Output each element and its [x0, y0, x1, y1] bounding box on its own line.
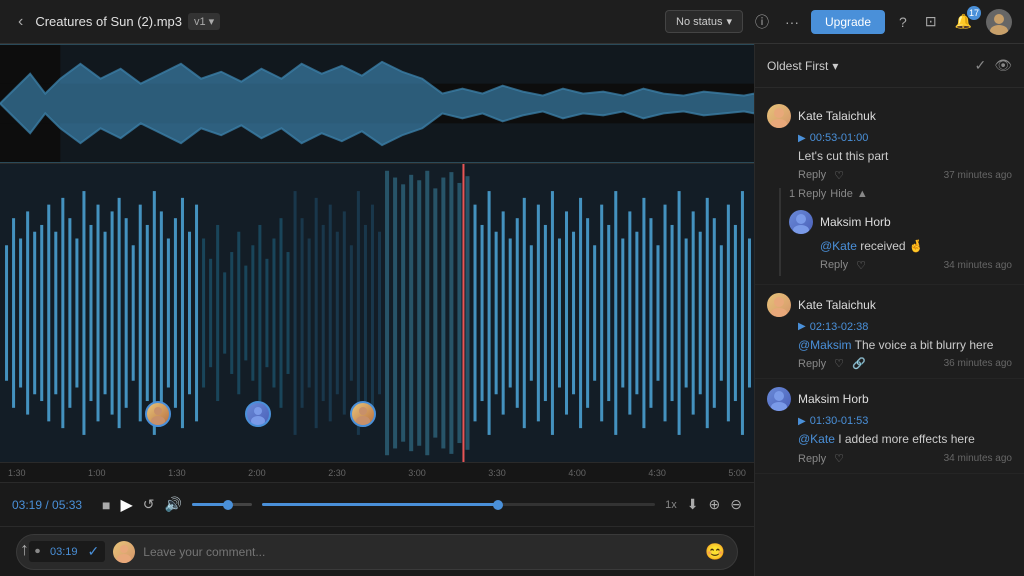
- commenter-name: Kate Talaichuk: [798, 109, 876, 123]
- comment-body: @Maksim The voice a bit blurry here: [798, 337, 1012, 354]
- reply-button[interactable]: Reply: [798, 169, 826, 181]
- notification-count: 17: [967, 6, 981, 20]
- main-waveform-svg: [0, 164, 754, 462]
- user-avatar[interactable]: [986, 9, 1012, 35]
- reply-button[interactable]: Reply: [798, 358, 826, 370]
- volume-slider[interactable]: [192, 503, 252, 506]
- loop-button[interactable]: ↺: [143, 496, 155, 513]
- attach-icon: 🔗: [852, 357, 866, 370]
- waveform-overview[interactable]: // Draw waveform bars - will use SVG dir…: [0, 44, 754, 164]
- commenter-avatar: [767, 293, 791, 317]
- reply-time: 34 minutes ago: [944, 260, 1012, 271]
- comment-timestamp-link[interactable]: 01:30-01:53: [810, 415, 869, 427]
- download-button[interactable]: ⬇: [687, 496, 699, 513]
- notifications-button[interactable]: 🔔 17: [951, 11, 976, 32]
- reply-username: Maksim Horb: [820, 215, 891, 229]
- playback-rate[interactable]: 1x: [665, 499, 677, 511]
- comment-time: 37 minutes ago: [944, 170, 1012, 181]
- like-button[interactable]: ♡: [834, 357, 844, 370]
- more-button[interactable]: ···: [781, 12, 803, 32]
- stop-button[interactable]: ■: [102, 497, 110, 513]
- waveform-pin-3[interactable]: [350, 401, 376, 427]
- comment-time: 34 minutes ago: [944, 453, 1012, 464]
- waveform-pin-2[interactable]: [245, 401, 271, 427]
- reply-item: Maksim Horb @Kate received 🤞 Reply ♡ 34 …: [789, 206, 1012, 276]
- controls-bar: 03:19 / 05:33 ■ ▶ ↺ 🔊 1x ⬇: [0, 482, 754, 526]
- reply-button[interactable]: Reply: [798, 453, 826, 465]
- reply-body: @Kate received 🤞: [820, 238, 1012, 255]
- comment-item: Kate Talaichuk ▶ 00:53-01:00 Let's cut t…: [755, 96, 1024, 285]
- time-ruler: 1:30 1:00 1:30 2:00 2:30 3:00 3:30 4:00 …: [0, 462, 754, 482]
- comment-item: Kate Talaichuk ▶ 02:13-02:38 @Maksim The…: [755, 285, 1024, 380]
- comment-item: Maksim Horb ▶ 01:30-01:53 @Kate I added …: [755, 379, 1024, 474]
- folder-button[interactable]: ⊡: [921, 11, 941, 32]
- help-button[interactable]: ?: [895, 12, 911, 32]
- comments-list: Kate Talaichuk ▶ 00:53-01:00 Let's cut t…: [755, 88, 1024, 576]
- comment-mode-icon: ⏺: [35, 546, 40, 557]
- comment-timestamp-check: ✓: [88, 543, 100, 560]
- main-layout: // Draw waveform bars - will use SVG dir…: [0, 44, 1024, 576]
- play-timestamp-icon: ▶: [798, 321, 806, 332]
- overview-waveform-svg: // Draw waveform bars - will use SVG dir…: [0, 44, 754, 163]
- upload-button[interactable]: ↑: [20, 539, 29, 560]
- status-button[interactable]: No status ▾: [665, 10, 743, 33]
- play-timestamp-icon: ▶: [798, 133, 806, 144]
- like-button[interactable]: ♡: [834, 452, 844, 465]
- reply-avatar: [789, 210, 813, 234]
- progress-bar[interactable]: [262, 503, 655, 506]
- volume-icon: 🔊: [165, 496, 182, 513]
- zoom-out-button[interactable]: ⊖: [730, 496, 742, 513]
- play-button[interactable]: ▶: [120, 495, 132, 515]
- commenter-name: Kate Talaichuk: [798, 298, 876, 312]
- waveform-pin-1[interactable]: [145, 401, 171, 427]
- commenter-name: Maksim Horb: [798, 392, 869, 406]
- comment-timestamp: 03:19: [44, 544, 84, 560]
- reply-section: 1 Reply Hide ▲ Maksim Horb @K: [779, 188, 1012, 276]
- info-button[interactable]: ⓘ: [751, 10, 773, 34]
- comment-input-field[interactable]: [143, 545, 697, 559]
- comment-input-wrap: ⏺ 03:19 ✓ 😊: [16, 534, 738, 570]
- comments-check-icon[interactable]: ✓: [974, 57, 986, 74]
- comment-user-avatar: [113, 541, 135, 563]
- waveform-main[interactable]: [0, 164, 754, 462]
- zoom-in-button[interactable]: ⊕: [709, 496, 721, 513]
- file-title: Creatures of Sun (2).mp3: [35, 14, 182, 29]
- reply-toggle[interactable]: 1 Reply Hide ▲: [789, 188, 1012, 200]
- like-button[interactable]: ♡: [834, 169, 844, 182]
- waveform-area: // Draw waveform bars - will use SVG dir…: [0, 44, 754, 576]
- upgrade-button[interactable]: Upgrade: [811, 10, 885, 34]
- version-tag[interactable]: v1 ▾: [188, 13, 220, 30]
- time-display: 03:19 / 05:33: [12, 498, 92, 512]
- comment-body: Let's cut this part: [798, 148, 1012, 165]
- comment-input-bar: ⏺ 03:19 ✓ 😊: [0, 526, 754, 576]
- topbar: ‹ Creatures of Sun (2).mp3 v1 ▾ No statu…: [0, 0, 1024, 44]
- sort-button[interactable]: Oldest First ▾: [767, 59, 968, 73]
- comments-header: Oldest First ▾ ✓ 👁: [755, 44, 1024, 88]
- comment-body: @Kate I added more effects here: [798, 431, 1012, 448]
- comments-eye-icon[interactable]: 👁: [994, 57, 1012, 74]
- commenter-avatar: [767, 104, 791, 128]
- comments-sidebar: Oldest First ▾ ✓ 👁 Kate Talaichuk ▶: [754, 44, 1024, 576]
- comment-timestamp-link[interactable]: 02:13-02:38: [810, 321, 869, 333]
- nested-like-button[interactable]: ♡: [856, 259, 866, 272]
- emoji-button[interactable]: 😊: [705, 542, 725, 562]
- comment-time: 36 minutes ago: [944, 358, 1012, 369]
- comment-timestamp-link[interactable]: 00:53-01:00: [810, 132, 869, 144]
- nested-reply-button[interactable]: Reply: [820, 259, 848, 271]
- progress-bar-wrap: [262, 503, 655, 506]
- play-timestamp-icon: ▶: [798, 416, 806, 427]
- back-button[interactable]: ‹: [12, 11, 29, 33]
- commenter-avatar: [767, 387, 791, 411]
